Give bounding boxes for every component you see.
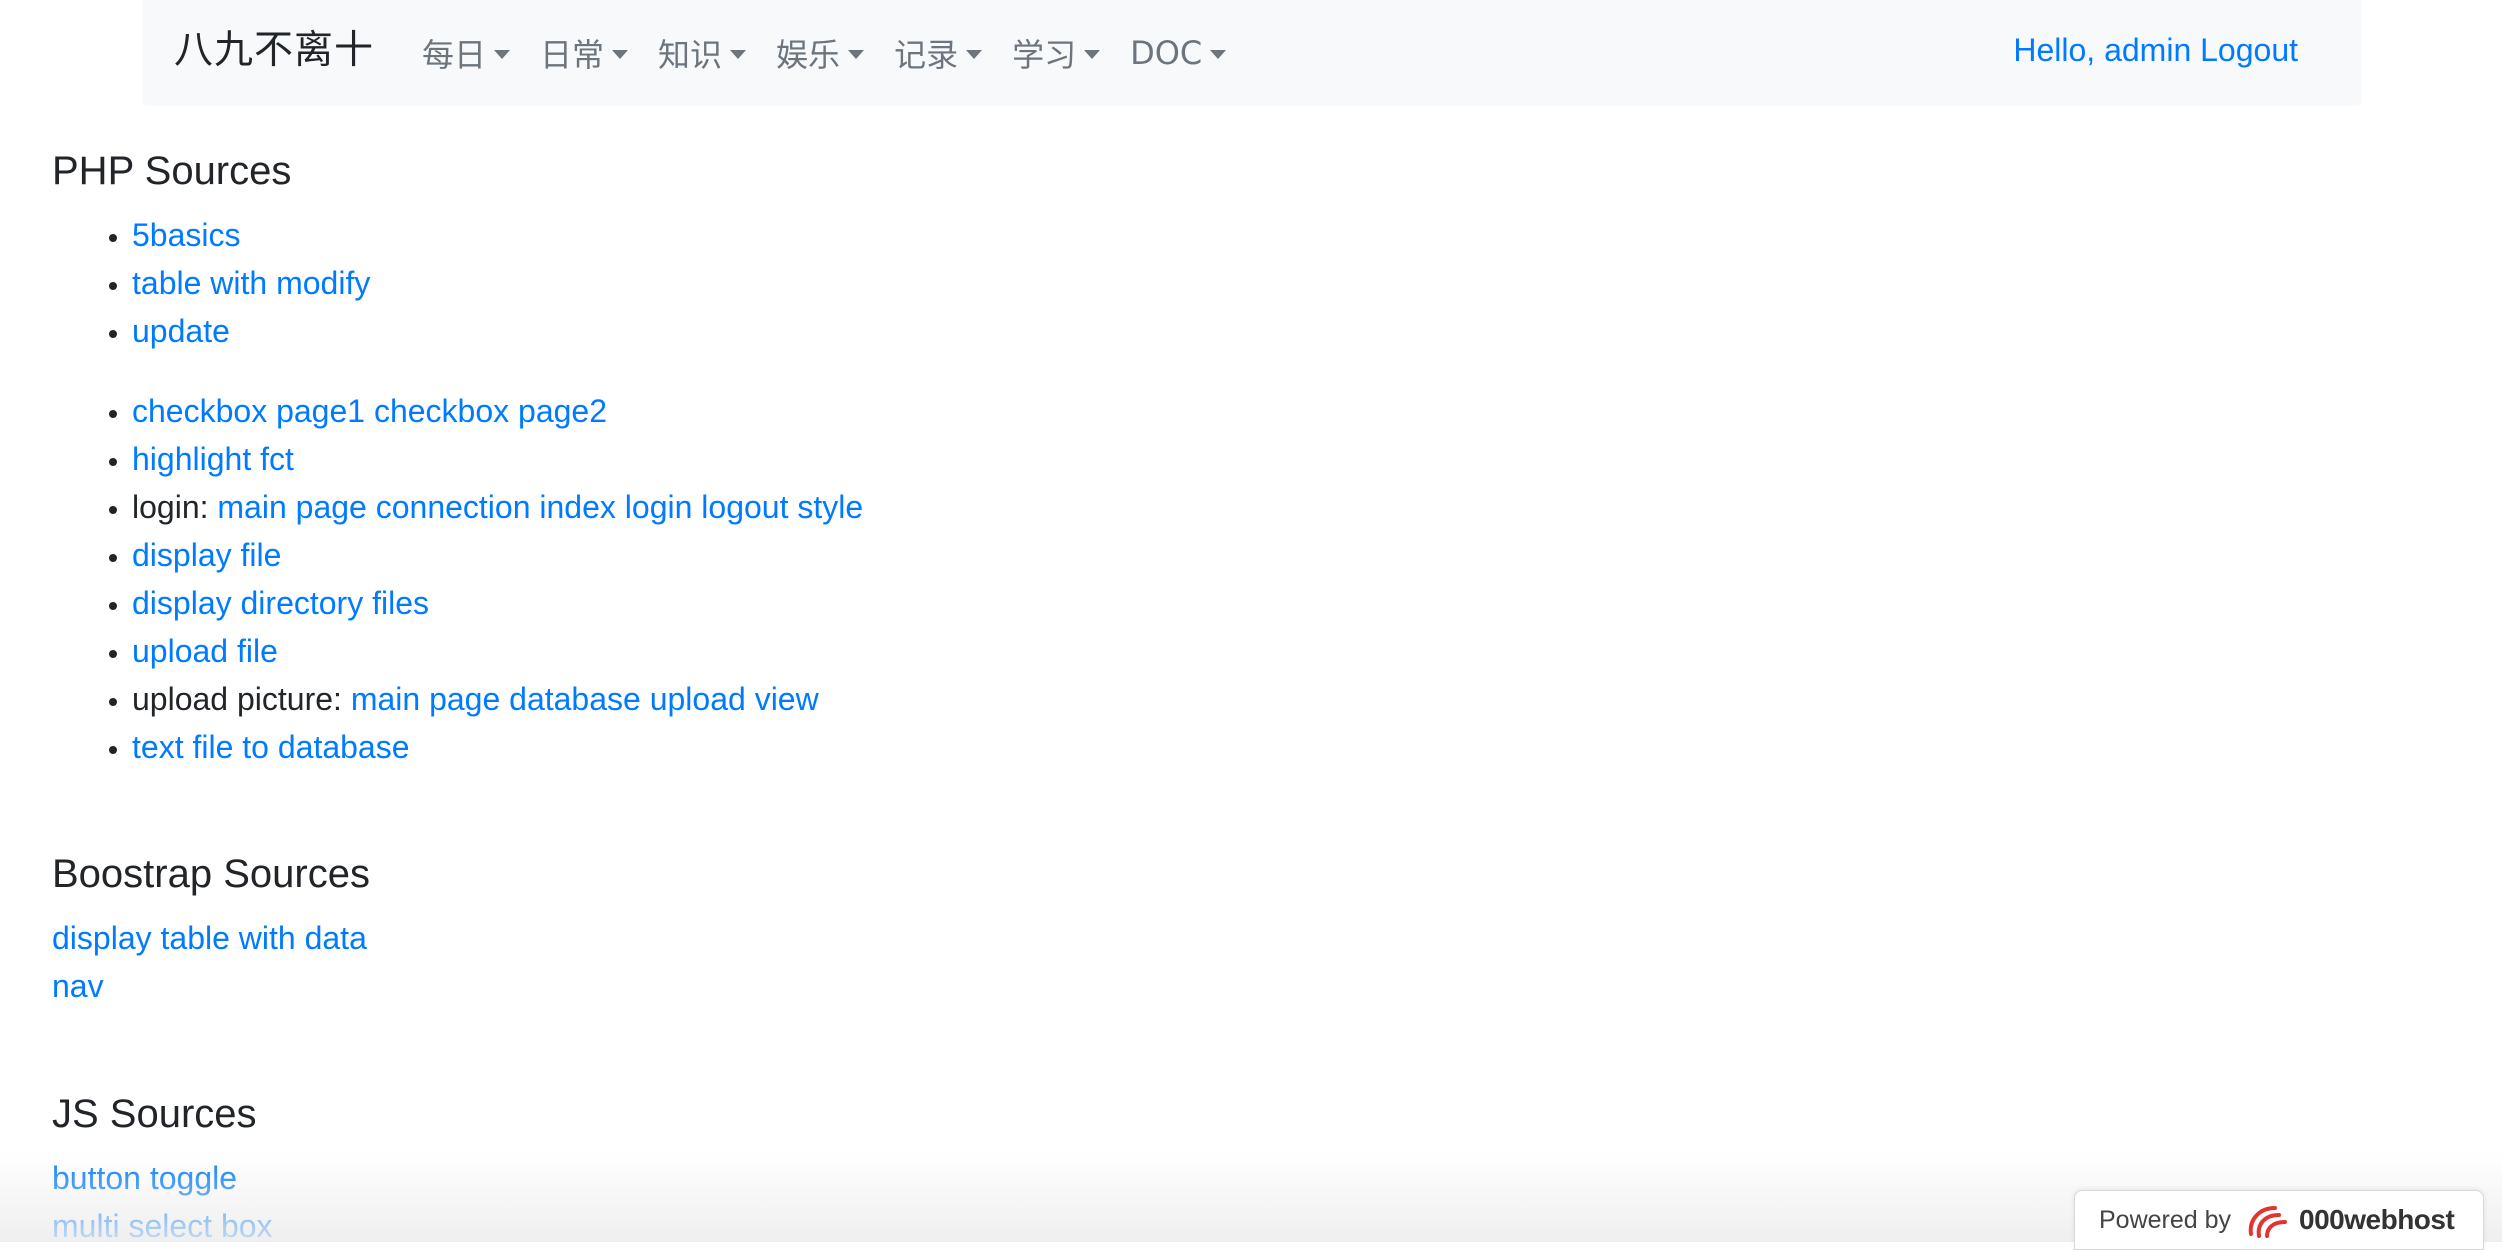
- nav-dropdown-label: 娱乐: [776, 30, 840, 76]
- user-area: Hello, admin Logout: [2013, 30, 2298, 70]
- list-item: upload picture: main page database uploa…: [132, 675, 863, 723]
- link-display-directory-files[interactable]: display directory files: [132, 585, 429, 621]
- php-features-list: checkbox page1 checkbox page2 highlight …: [52, 387, 863, 771]
- php-basics-list: 5basics table with modify update: [52, 211, 370, 355]
- link-button-toggle[interactable]: button toggle: [52, 1154, 273, 1202]
- js-links: button toggle multi select box: [52, 1154, 273, 1250]
- bootstrap-links: display table with data nav: [52, 914, 367, 1010]
- login-label: login:: [132, 489, 209, 525]
- nav-dropdown-label: 日常: [540, 30, 604, 76]
- powered-by-badge[interactable]: Powered by 000webhost: [2074, 1190, 2484, 1250]
- list-item: display file: [132, 531, 863, 579]
- list-item: 5basics: [132, 211, 370, 259]
- link-login-connection[interactable]: connection: [376, 489, 531, 525]
- link-text-file-to-database[interactable]: text file to database: [132, 729, 410, 765]
- list-item: login: main page connection index login …: [132, 483, 863, 531]
- caret-down-icon: [966, 50, 982, 59]
- nav-dropdown-label: 知识: [658, 30, 722, 76]
- js-sources-heading: JS Sources: [52, 1090, 257, 1138]
- caret-down-icon: [1210, 50, 1226, 59]
- list-item: highlight fct: [132, 435, 863, 483]
- link-5basics[interactable]: 5basics: [132, 217, 241, 253]
- link-update[interactable]: update: [132, 313, 230, 349]
- caret-down-icon: [848, 50, 864, 59]
- nav-dropdown-knowledge[interactable]: 知识: [658, 30, 746, 76]
- nav-dropdown-daily[interactable]: 每日: [422, 30, 510, 76]
- upload-picture-label: upload picture:: [132, 681, 342, 717]
- top-navbar: 八九不离十 每日 日常 知识 娱乐 记录 学习 DOC Hello, admin…: [142, 0, 2362, 106]
- list-item: text file to database: [132, 723, 863, 771]
- nav-menu: 每日 日常 知识 娱乐 记录 学习 DOC: [422, 0, 1256, 106]
- nav-dropdown-routine[interactable]: 日常: [540, 30, 628, 76]
- link-upload-picture-view[interactable]: view: [755, 681, 819, 717]
- caret-down-icon: [612, 50, 628, 59]
- php-sources-heading: PHP Sources: [52, 147, 291, 195]
- nav-dropdown-study[interactable]: 学习: [1012, 30, 1100, 76]
- brand-logo-text[interactable]: 八九不离十: [174, 26, 374, 76]
- list-item: table with modify: [132, 259, 370, 307]
- list-item: checkbox page1 checkbox page2: [132, 387, 863, 435]
- link-login-style[interactable]: style: [797, 489, 863, 525]
- nav-dropdown-label: 学习: [1012, 30, 1076, 76]
- nav-dropdown-records[interactable]: 记录: [894, 30, 982, 76]
- user-greeting-link[interactable]: Hello, admin: [2013, 32, 2191, 68]
- nav-dropdown-doc[interactable]: DOC: [1130, 34, 1226, 72]
- link-login-index[interactable]: index: [539, 489, 616, 525]
- logout-link[interactable]: Logout: [2200, 32, 2298, 68]
- nav-dropdown-label: DOC: [1130, 34, 1202, 72]
- link-checkbox-page1[interactable]: checkbox page1: [132, 393, 365, 429]
- link-upload-picture-database[interactable]: database: [509, 681, 641, 717]
- powered-by-label: Powered by: [2099, 1206, 2231, 1235]
- link-login-login[interactable]: login: [625, 489, 693, 525]
- link-login-main-page[interactable]: main page: [217, 489, 366, 525]
- link-table-with-modify[interactable]: table with modify: [132, 265, 370, 301]
- link-checkbox-page2[interactable]: checkbox page2: [374, 393, 607, 429]
- link-highlight-fct[interactable]: highlight fct: [132, 441, 294, 477]
- link-display-file[interactable]: display file: [132, 537, 281, 573]
- list-item: update: [132, 307, 370, 355]
- list-item: display directory files: [132, 579, 863, 627]
- nav-dropdown-label: 每日: [422, 30, 486, 76]
- link-upload-picture-main-page[interactable]: main page: [351, 681, 500, 717]
- webhost-name: 000webhost: [2299, 1204, 2454, 1236]
- caret-down-icon: [730, 50, 746, 59]
- bootstrap-sources-heading: Boostrap Sources: [52, 850, 370, 898]
- caret-down-icon: [494, 50, 510, 59]
- link-multi-select-box[interactable]: multi select box: [52, 1202, 273, 1250]
- link-nav[interactable]: nav: [52, 962, 367, 1010]
- nav-dropdown-label: 记录: [894, 30, 958, 76]
- caret-down-icon: [1084, 50, 1100, 59]
- link-upload-file[interactable]: upload file: [132, 633, 278, 669]
- link-upload-picture-upload[interactable]: upload: [650, 681, 746, 717]
- link-login-logout[interactable]: logout: [701, 489, 788, 525]
- nav-dropdown-entertainment[interactable]: 娱乐: [776, 30, 864, 76]
- webhost-logo-icon: [2245, 1200, 2291, 1240]
- link-display-table-with-data[interactable]: display table with data: [52, 914, 367, 962]
- list-item: upload file: [132, 627, 863, 675]
